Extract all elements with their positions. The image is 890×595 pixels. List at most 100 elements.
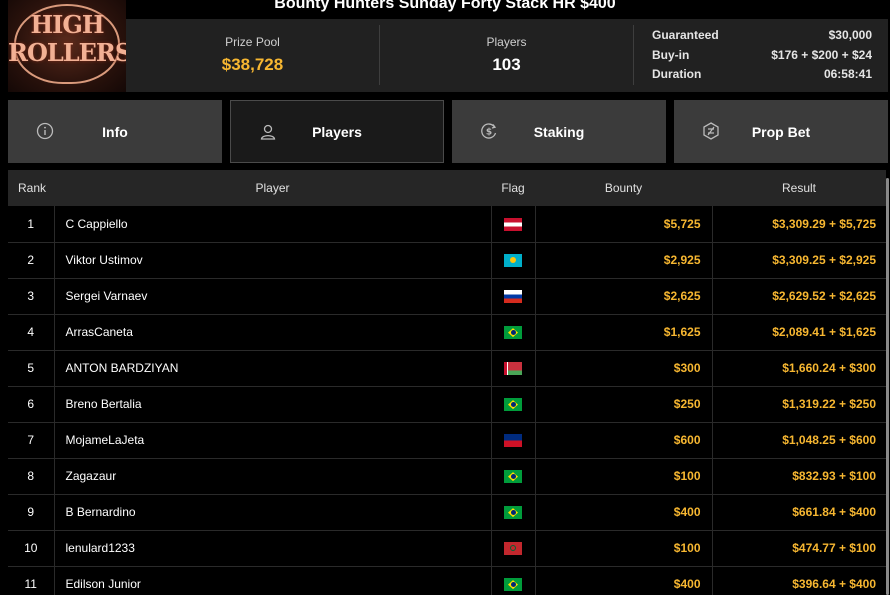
logo-text-high: HIGH	[30, 10, 104, 39]
tab-players[interactable]: Players	[230, 100, 444, 163]
brazil-flag-icon	[504, 578, 522, 592]
bounty-cell: $1,625	[535, 314, 713, 350]
russia-flag-icon	[504, 290, 522, 304]
brazil-flag-icon	[504, 470, 522, 484]
detail-value: 06:58:41	[823, 67, 872, 81]
player-name-cell: C Cappiello	[54, 206, 492, 242]
header-result[interactable]: Result	[712, 170, 886, 206]
header-bounty[interactable]: Bounty	[535, 170, 712, 206]
tab-prop-bet[interactable]: Prop Bet	[674, 100, 888, 163]
tournament-title: Bounty Hunters Sunday Forty Stack HR $40…	[274, 0, 616, 12]
flag-cell	[491, 422, 536, 458]
table-row[interactable]: 8 Zagazaur $100 $832.93 + $100	[8, 458, 886, 494]
players-table: Rank Player Flag Bounty Result 1C Cappie…	[8, 170, 886, 595]
player-name-cell: ANTON BARDZIYAN	[54, 350, 492, 386]
table-scrollbar[interactable]	[886, 178, 889, 595]
kazakhstan-flag-icon	[504, 254, 522, 268]
table-row[interactable]: 6 Breno Bertalia $250 $1,319.22 + $250	[8, 386, 886, 422]
table-row[interactable]: 2 Viktor Ustimov $2,925 $3,309.25 + $2,925	[8, 242, 886, 278]
tab-label: Staking	[533, 123, 585, 140]
detail-buy-in: Buy-in $176 + $200 + $24	[652, 48, 872, 68]
tab-label: Info	[102, 123, 128, 140]
svg-text:$: $	[486, 128, 492, 138]
rank-cell: 2	[8, 242, 55, 278]
result-cell: $661.84 + $400	[792, 505, 876, 519]
rank-cell: 3	[8, 278, 55, 314]
bounty-cell: $100	[535, 530, 713, 566]
result-cell: $3,309.29 + $5,725	[772, 216, 876, 231]
bounty-cell: $250	[535, 386, 713, 422]
table-row[interactable]: 11 Edilson Junior $400 $396.64 + $400	[8, 566, 886, 595]
flag-globe	[510, 474, 516, 480]
stat-divider	[633, 25, 634, 85]
rank-cell: 8	[8, 458, 55, 494]
result-cell: $3,309.25 + $2,925	[772, 253, 876, 267]
players-stat: Players 103	[380, 19, 633, 92]
detail-duration: Duration 06:58:41	[652, 67, 872, 87]
flag-cell	[491, 386, 536, 422]
morocco-flag-icon	[504, 542, 522, 556]
result-cell: $1,048.25 + $600	[782, 433, 876, 447]
table-row[interactable]: 1C Cappiello $5,725 $3,309.29 + $5,725	[8, 206, 886, 242]
player-name-cell: Edilson Junior	[54, 566, 492, 595]
prize-pool-stat: Prize Pool $38,728	[126, 19, 379, 92]
header-flag[interactable]: Flag	[491, 170, 535, 206]
table-header-row: Rank Player Flag Bounty Result	[8, 170, 886, 206]
players-label: Players	[486, 35, 527, 49]
flag-star	[510, 545, 516, 552]
rank-cell: 9	[8, 494, 55, 530]
bounty-cell: $5,725	[535, 206, 713, 242]
prize-pool-label: Prize Pool	[225, 35, 280, 49]
flag-cell	[491, 314, 536, 350]
result-cell: $2,629.52 + $2,625	[772, 289, 876, 303]
flag-globe	[510, 510, 516, 516]
result-cell: $1,319.22 + $250	[782, 397, 876, 411]
belarus-flag-icon	[504, 362, 522, 376]
flag-cell	[491, 566, 536, 595]
table-row[interactable]: 5 ANTON BARDZIYAN $300 $1,660.24 + $300	[8, 350, 886, 386]
brazil-flag-icon	[504, 398, 522, 412]
player-name-cell: MojameLaJeta	[54, 422, 492, 458]
result-cell: $2,089.41 + $1,625	[772, 325, 876, 339]
flag-globe	[510, 582, 516, 588]
rank-cell: 7	[8, 422, 55, 458]
result-cell: $832.93 + $100	[792, 469, 876, 483]
logo-text-rollers: ROLLERS	[8, 38, 126, 67]
header-player[interactable]: Player	[54, 170, 491, 206]
player-name-cell: Sergei Varnaev	[54, 278, 492, 314]
prop-bet-icon	[703, 122, 719, 140]
brazil-flag-icon	[504, 506, 522, 520]
rank-cell: 11	[8, 566, 55, 595]
flag-cell	[491, 530, 536, 566]
bounty-cell: $2,625	[535, 278, 713, 314]
flag-cell	[491, 206, 536, 242]
detail-label: Guaranteed	[652, 28, 719, 42]
result-cell: $474.77 + $100	[792, 541, 876, 555]
player-name-cell: B Bernardino	[54, 494, 492, 530]
rank-cell: 1	[8, 206, 55, 242]
player-name-cell: ArrasCaneta	[54, 314, 492, 350]
flag-cell	[491, 350, 536, 386]
tab-label: Prop Bet	[751, 123, 811, 140]
header-rank[interactable]: Rank	[8, 170, 54, 206]
info-icon	[36, 122, 54, 140]
table-row[interactable]: 9B Bernardino $400 $661.84 + $400	[8, 494, 886, 530]
prize-pool-value: $38,728	[221, 55, 284, 74]
table-row[interactable]: 3 Sergei Varnaev $2,625 $2,629.52 + $2,625	[8, 278, 886, 314]
table-row[interactable]: 10 lenulard1233 $100 $474.77 + $100	[8, 530, 886, 566]
flag-cell	[491, 242, 536, 278]
bounty-cell: $600	[535, 422, 713, 458]
bounty-cell: $400	[535, 566, 713, 595]
table-row[interactable]: 4 ArrasCaneta $1,625 $2,089.41 + $1,625	[8, 314, 886, 350]
tab-info[interactable]: Info	[8, 100, 222, 163]
players-table-container: Rank Player Flag Bounty Result 1C Cappie…	[8, 170, 888, 595]
tab-staking[interactable]: $ Staking	[452, 100, 666, 163]
table-row[interactable]: 7 MojameLaJeta $600 $1,048.25 + $600	[8, 422, 886, 458]
staking-icon: $	[481, 123, 497, 139]
flag-cell	[491, 458, 536, 494]
bounty-cell: $300	[535, 350, 713, 386]
flag-sun	[510, 257, 516, 264]
player-name-cell: lenulard1233	[54, 530, 492, 566]
tournament-stats-panel: Prize Pool $38,728 Players 103 Guarantee…	[126, 19, 888, 92]
user-icon	[260, 124, 276, 140]
